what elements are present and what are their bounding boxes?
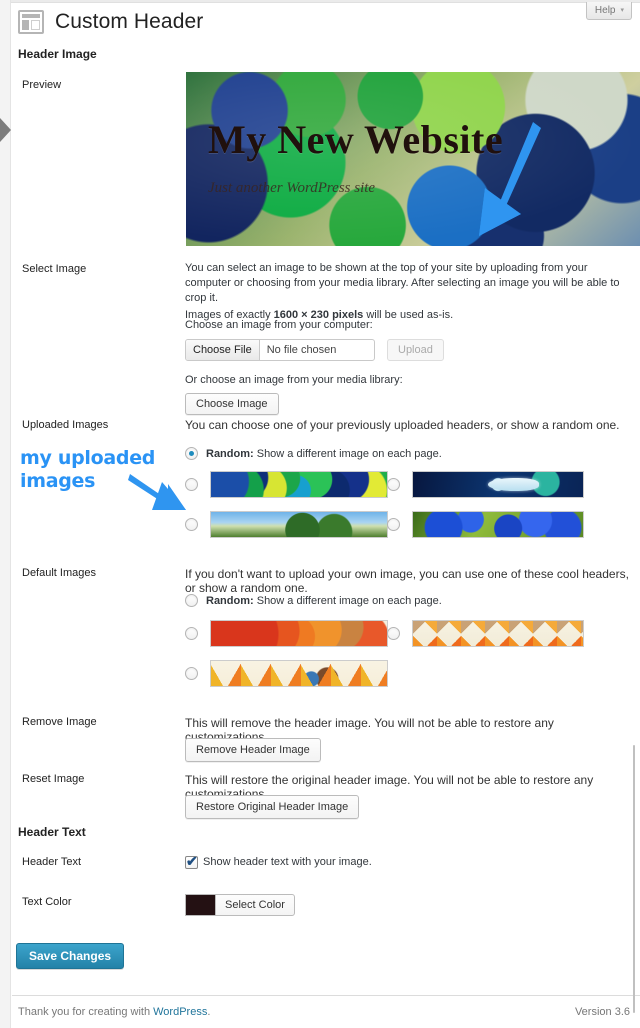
- header-text-label: Header Text: [22, 856, 82, 868]
- diamonds-default-thumbnail[interactable]: [412, 620, 584, 647]
- default-thumb-radio-2[interactable]: [185, 667, 198, 680]
- browser-chrome-strip: [0, 0, 640, 3]
- footer-divider: [12, 995, 640, 996]
- choose-from-library-label: Or choose an image from your media libra…: [185, 374, 403, 386]
- fish-thumbnail[interactable]: [412, 471, 584, 498]
- uploaded-thumb-radio-1[interactable]: [387, 478, 400, 491]
- annotation-line2: images: [20, 470, 96, 492]
- blue-flowers-thumbnail[interactable]: [412, 511, 584, 538]
- default-random-bold: Random:: [206, 594, 254, 607]
- preview-label: Preview: [22, 79, 62, 91]
- uploaded-random-bold: Random:: [206, 447, 254, 460]
- page-scrollbar[interactable]: [633, 745, 635, 1013]
- color-swatch[interactable]: [185, 894, 215, 916]
- wordpress-link[interactable]: WordPress: [153, 1006, 207, 1018]
- select-image-description: You can select an image to be shown at t…: [185, 262, 620, 304]
- help-button[interactable]: Help ▾: [585, 2, 632, 20]
- annotation-my-uploaded-images: my uploaded my uploaded images images: [17, 445, 157, 495]
- circles-default-thumbnail[interactable]: [210, 620, 388, 647]
- footer-version: Version 3.6: [574, 1006, 630, 1018]
- default-random-option[interactable]: Random: Show a different image on each p…: [185, 594, 442, 607]
- default-random-radio[interactable]: [185, 594, 198, 607]
- footer-credit: Thank you for creating with WordPress.: [18, 1006, 210, 1018]
- uploaded-images-label: Uploaded Images: [22, 419, 109, 431]
- footer-thanks-post: .: [207, 1006, 211, 1018]
- collapsed-admin-menu-rail: [0, 0, 11, 1028]
- reset-image-label: Reset Image: [22, 773, 85, 785]
- select-color-button[interactable]: Select Color: [215, 894, 295, 916]
- uploaded-random-text: Random: Show a different image on each p…: [206, 448, 442, 460]
- default-thumb-option-0[interactable]: [185, 620, 388, 647]
- star-default-thumbnail[interactable]: [210, 660, 388, 687]
- appearance-layout-icon: [18, 10, 44, 34]
- uploaded-thumb-option-3[interactable]: [387, 511, 584, 538]
- upload-button[interactable]: Upload: [387, 339, 444, 361]
- default-thumb-option-2[interactable]: [185, 660, 388, 687]
- uploaded-thumb-option-1[interactable]: [387, 471, 584, 498]
- file-name-text: No file chosen: [266, 344, 337, 356]
- header-image-section-heading: Header Image: [18, 47, 97, 61]
- header-text-option[interactable]: Show header text with your image.: [185, 853, 372, 870]
- preview-tagline: Just another WordPress site: [208, 180, 376, 196]
- restore-original-header-image-button[interactable]: Restore Original Header Image: [185, 795, 360, 819]
- remove-header-image-button[interactable]: Remove Header Image: [185, 738, 321, 762]
- select-image-body: You can select an image to be shown at t…: [185, 261, 633, 323]
- default-random-rest: Show a different image on each page.: [253, 594, 442, 607]
- uploaded-thumb-radio-0[interactable]: [185, 478, 198, 491]
- default-images-description: If you don't want to upload your own ima…: [185, 567, 629, 595]
- uploaded-images-description: You can choose one of your previously up…: [185, 418, 620, 432]
- text-color-picker[interactable]: Select Color: [185, 894, 295, 919]
- header-text-section-heading: Header Text: [18, 825, 86, 839]
- uploaded-thumb-radio-3[interactable]: [387, 518, 400, 531]
- show-header-text-checkbox[interactable]: [185, 853, 198, 870]
- page-title-row: Custom Header: [18, 10, 203, 34]
- choose-from-computer-label: Choose an image from your computer:: [185, 319, 373, 331]
- bottle-caps-thumbnail[interactable]: [210, 471, 388, 498]
- save-changes-button[interactable]: Save Changes: [16, 943, 125, 969]
- footer-thanks-pre: Thank you for creating with: [18, 1006, 154, 1018]
- show-header-text-label: Show header text with your image.: [203, 856, 372, 868]
- uploaded-thumb-radio-2[interactable]: [185, 518, 198, 531]
- default-thumb-radio-1[interactable]: [387, 627, 400, 640]
- chevron-down-icon: ▾: [620, 7, 624, 14]
- admin-page: Help ▾ Custom Header Header Image Previe…: [0, 0, 640, 1028]
- choose-file-button[interactable]: Choose File: [186, 340, 260, 360]
- preview-site-title: My New Website: [208, 117, 504, 162]
- text-color-label: Text Color: [22, 896, 72, 908]
- uploaded-thumb-option-2[interactable]: [185, 511, 388, 538]
- default-random-text: Random: Show a different image on each p…: [206, 595, 442, 607]
- header-preview[interactable]: My New Website Just another WordPress si…: [186, 72, 640, 246]
- uploaded-random-option[interactable]: Random: Show a different image on each p…: [185, 447, 442, 460]
- default-thumb-option-1[interactable]: [387, 620, 584, 647]
- page-title: Custom Header: [55, 10, 204, 33]
- field-tree-thumbnail[interactable]: [210, 511, 388, 538]
- select-image-label: Select Image: [22, 263, 87, 275]
- menu-expand-arrow-icon[interactable]: [0, 118, 11, 142]
- uploaded-thumb-option-0[interactable]: [185, 471, 388, 498]
- upload-from-computer-group: Choose an image from your computer: Choo…: [185, 318, 444, 415]
- default-thumb-radio-0[interactable]: [185, 627, 198, 640]
- help-label: Help: [594, 5, 616, 16]
- remove-image-label: Remove Image: [22, 716, 97, 728]
- uploaded-random-radio[interactable]: [185, 447, 198, 460]
- uploaded-random-rest: Show a different image on each page.: [253, 447, 442, 460]
- choose-image-button[interactable]: Choose Image: [185, 393, 279, 415]
- annotation-line1: my uploaded: [20, 447, 156, 469]
- file-input[interactable]: Choose File No file chosen: [185, 339, 375, 361]
- default-images-label: Default Images: [22, 567, 96, 579]
